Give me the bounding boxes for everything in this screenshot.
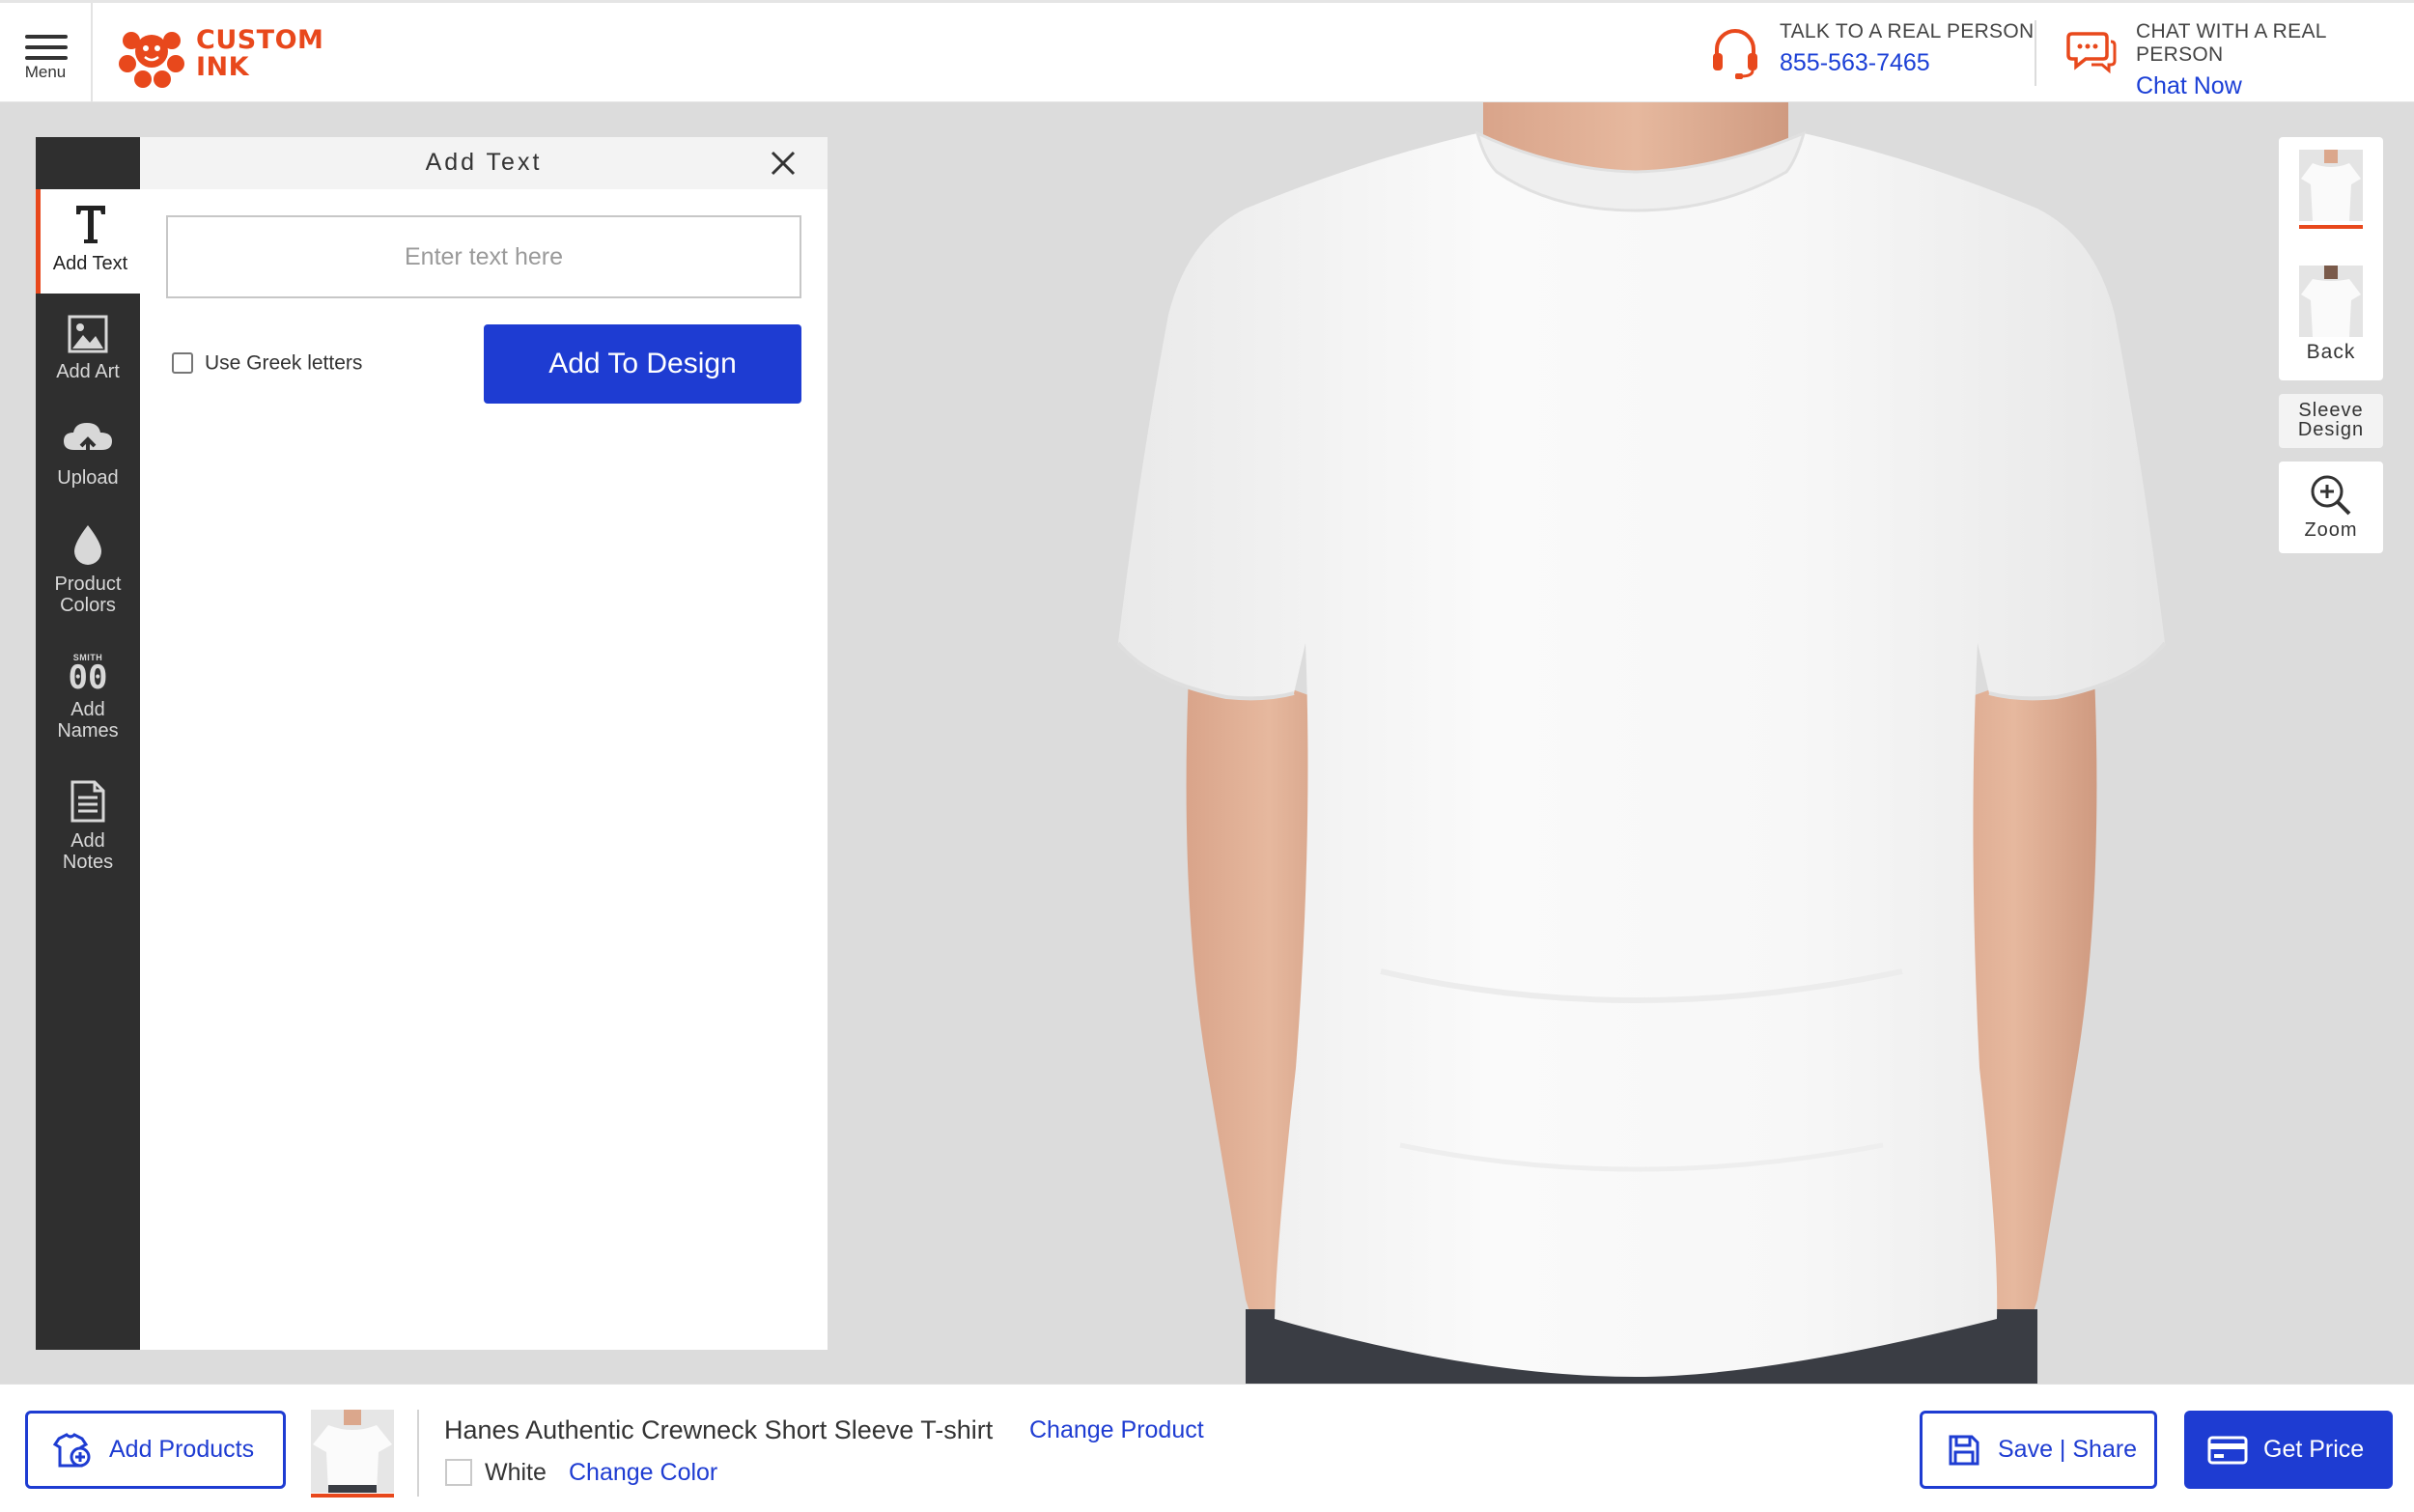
header-divider <box>2035 20 2036 86</box>
greek-letters-checkbox[interactable] <box>172 352 193 375</box>
product-preview[interactable] <box>1091 102 2192 1384</box>
back-thumbnail <box>2299 266 2363 337</box>
cloud-upload-icon <box>64 423 112 458</box>
change-product-link[interactable]: Change Product <box>1029 1416 1204 1444</box>
tool-label: Upload <box>57 467 119 489</box>
add-text-panel: Add Text Use Greek letters Add To Design <box>140 137 828 1350</box>
add-products-button[interactable]: Add Products <box>25 1411 286 1489</box>
product-color-name: White <box>485 1459 547 1486</box>
product-selected-indicator <box>311 1494 394 1498</box>
tool-add-art[interactable]: Add Art <box>36 315 140 382</box>
text-T-icon <box>75 206 105 243</box>
zoom-button[interactable]: Zoom <box>2279 462 2383 553</box>
logo-wordmark: CUSTOM INK <box>196 25 324 82</box>
sleeve-design-button[interactable]: Sleeve Design <box>2279 394 2383 448</box>
greek-letters-label: Use Greek letters <box>205 351 363 375</box>
phone-link[interactable]: 855-563-7465 <box>1780 49 2034 77</box>
close-icon[interactable] <box>769 149 798 178</box>
product-name: Hanes Authentic Crewneck Short Sleeve T-… <box>444 1415 994 1444</box>
tool-product-colors[interactable]: Product Colors <box>36 523 140 616</box>
tool-add-text[interactable]: Add Text <box>36 189 140 294</box>
get-price-button[interactable]: Get Price <box>2184 1411 2393 1489</box>
tool-label-line1: Product <box>54 574 122 595</box>
view-selector: Front Back <box>2279 137 2383 380</box>
view-label: Back <box>2306 341 2356 363</box>
top-header: Menu CUSTOM INK TALK TO A REAL PERSON 85… <box>0 0 2414 102</box>
custom-ink-logo[interactable]: CUSTOM INK <box>116 19 328 89</box>
chat-bubble-icon <box>2066 32 2117 74</box>
tool-label: Add Art <box>56 361 120 382</box>
phone-contact: TALK TO A REAL PERSON 855-563-7465 <box>1780 20 2034 77</box>
save-share-label: Save | Share <box>1998 1436 2138 1463</box>
bottom-bar: Add Products Hanes Authentic Crewneck Sh… <box>0 1384 2414 1512</box>
tshirt-model-image <box>1116 102 2167 1384</box>
get-price-label: Get Price <box>2263 1436 2365 1463</box>
chat-now-link[interactable]: Chat Now <box>2136 72 2414 100</box>
tool-label-line2: Colors <box>60 595 116 616</box>
logo-mascot-icon <box>119 32 184 88</box>
color-drop-icon <box>74 525 101 565</box>
save-share-button[interactable]: Save | Share <box>1920 1411 2157 1489</box>
zoom-label: Zoom <box>2304 519 2358 541</box>
text-entry-input[interactable] <box>166 215 801 298</box>
phone-title: TALK TO A REAL PERSON <box>1780 20 2035 42</box>
tool-add-notes[interactable]: Add Notes <box>36 780 140 873</box>
tool-label-line2: Names <box>57 720 119 742</box>
chat-title: CHAT WITH A REAL PERSON <box>2136 20 2326 66</box>
add-to-design-button[interactable]: Add To Design <box>484 324 801 404</box>
jersey-number-icon: SMITH 00 <box>68 653 108 697</box>
front-thumbnail <box>2299 150 2363 221</box>
footer-divider <box>417 1410 419 1497</box>
image-icon <box>68 315 108 353</box>
tool-label: Add Text <box>52 253 128 274</box>
notes-icon <box>70 780 105 823</box>
zoom-in-icon <box>2311 475 2351 516</box>
add-product-icon <box>53 1432 91 1467</box>
product-thumbnail[interactable] <box>311 1410 394 1493</box>
credit-card-icon <box>2207 1436 2248 1464</box>
tool-label-line1: Add <box>70 699 105 720</box>
tool-add-names[interactable]: SMITH 00 Add Names <box>36 653 140 742</box>
add-products-label: Add Products <box>109 1436 255 1463</box>
view-front[interactable]: Front <box>2279 150 2383 229</box>
tool-label-line2: Notes <box>62 852 114 873</box>
design-toolbar: Add Text Add Art Upload Product Colors S… <box>36 137 140 1350</box>
headset-icon <box>1713 29 1757 79</box>
panel-header: Add Text <box>140 137 828 189</box>
tool-upload[interactable]: Upload <box>36 421 140 489</box>
change-color-link[interactable]: Change Color <box>569 1459 717 1487</box>
view-back[interactable]: Back <box>2279 266 2383 364</box>
save-floppy-icon <box>1949 1435 1979 1465</box>
tool-label-line1: Add <box>70 830 105 852</box>
panel-title: Add Text <box>425 149 543 176</box>
hamburger-icon <box>25 35 68 60</box>
greek-letters-option[interactable]: Use Greek letters <box>172 351 362 375</box>
chat-contact: CHAT WITH A REAL PERSON Chat Now <box>2136 20 2414 100</box>
color-swatch <box>445 1459 472 1486</box>
menu-label: Menu <box>24 63 67 81</box>
menu-button[interactable]: Menu <box>0 3 93 102</box>
